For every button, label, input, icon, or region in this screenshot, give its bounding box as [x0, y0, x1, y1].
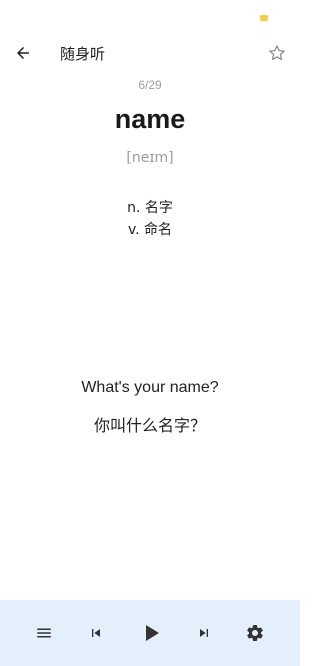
previous-button[interactable]: [82, 619, 110, 647]
settings-gear-icon: [247, 625, 263, 641]
status-bar: [0, 0, 300, 30]
star-outline-icon: [269, 45, 285, 61]
skip-next-icon: [200, 629, 208, 637]
skip-previous-icon: [92, 629, 100, 637]
playlist-menu-button[interactable]: [30, 619, 58, 647]
definition-item: n. 名字: [127, 200, 173, 216]
menu-icon: [37, 628, 51, 638]
phonetic-transcription: [neɪm]: [126, 150, 174, 166]
definition-item: v. 命名: [127, 222, 173, 238]
definitions-list: n. 名字 v. 命名: [0, 197, 300, 241]
favorite-button[interactable]: [264, 40, 290, 66]
progress-counter: 6/29: [138, 78, 162, 92]
player-controls: [0, 600, 300, 666]
arrow-left-icon: [17, 47, 29, 59]
play-icon: [146, 625, 159, 641]
example-sentence-chinese: 你叫什么名字？: [93, 416, 206, 435]
next-button[interactable]: [190, 619, 218, 647]
word-headword: name: [114, 104, 186, 134]
app-bar: 随身听: [0, 30, 300, 76]
play-button[interactable]: [137, 619, 165, 647]
battery-icon: [260, 15, 268, 21]
example-sentence-english: What's your name?: [81, 379, 219, 396]
page-title: 随身听: [60, 45, 106, 63]
back-button[interactable]: [10, 40, 36, 66]
settings-button[interactable]: [241, 619, 269, 647]
